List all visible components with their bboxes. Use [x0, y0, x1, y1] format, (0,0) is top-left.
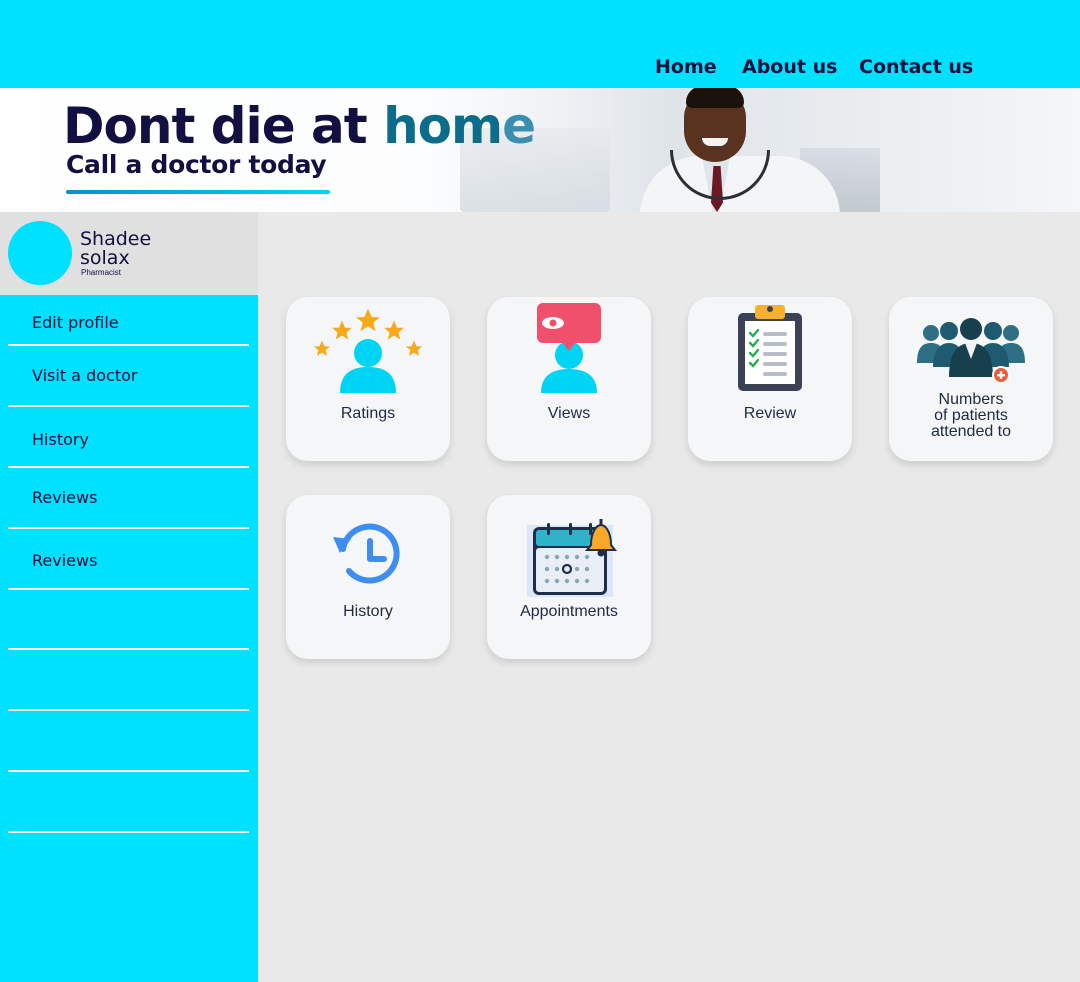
patients-attended-card[interactable]: Numbers of patients attended to [889, 297, 1053, 461]
sidebar-item-history[interactable]: History [8, 407, 249, 468]
nav-about-link[interactable]: About us [742, 56, 837, 78]
card-label: History [343, 603, 393, 620]
sidebar-item-label: Visit a doctor [32, 366, 138, 385]
doctor-photo [640, 88, 840, 212]
headline-text-main: Dont die at [63, 97, 384, 155]
card-label: attended to [930, 423, 1012, 440]
card-label: Views [547, 405, 591, 422]
sidebar-divider [8, 831, 249, 833]
profile-role: Pharmacist [81, 268, 122, 277]
hero-banner: Dont die at home Call a doctor today [0, 88, 1080, 212]
clipboard-icon [738, 305, 802, 391]
calendar-bell-icon [527, 519, 618, 597]
patients-group-icon [917, 318, 1025, 384]
history-clock-icon [333, 523, 400, 584]
sidebar-item-label: Reviews [32, 488, 98, 507]
ratings-card[interactable]: Ratings [286, 297, 450, 461]
profile-panel: Shadee solax Pharmacist [0, 212, 258, 295]
card-label: Ratings [340, 405, 396, 422]
banner-subheadline: Call a doctor today [66, 150, 327, 179]
profile-name: Shadee solax [80, 230, 151, 268]
avatar[interactable] [8, 221, 72, 285]
nav-home-link[interactable]: Home [655, 56, 717, 78]
views-card[interactable]: Views [487, 297, 651, 461]
sidebar-divider [8, 770, 249, 772]
ratings-icon [313, 308, 423, 393]
headline-text-accent: hom [383, 97, 503, 155]
sidebar-item-label: Edit profile [32, 313, 119, 332]
banner-underline [66, 190, 330, 194]
views-icon [537, 303, 601, 393]
headline-text-end: e [502, 97, 536, 155]
sidebar-item-visit-doctor[interactable]: Visit a doctor [8, 346, 249, 407]
top-nav-bar: Home About us Contact us [0, 0, 1080, 88]
card-label: Numbers [938, 391, 1004, 408]
card-label: of patients [934, 407, 1008, 424]
sidebar-item-reviews[interactable]: Reviews [8, 468, 249, 529]
sidebar-item-label: History [32, 430, 89, 449]
sidebar-item-label: Reviews [32, 551, 98, 570]
sidebar-item-reviews-2[interactable]: Reviews [8, 529, 249, 590]
card-label: Review [743, 405, 797, 422]
sidebar-divider [8, 648, 249, 650]
sidebar: Edit profile Visit a doctor History Revi… [0, 295, 258, 982]
sidebar-divider [8, 709, 249, 711]
nav-contact-link[interactable]: Contact us [859, 56, 973, 78]
appointments-card[interactable]: Appointments [487, 495, 651, 659]
profile-last-name: solax [80, 247, 130, 269]
review-card[interactable]: Review [688, 297, 852, 461]
sidebar-item-edit-profile[interactable]: Edit profile [8, 295, 249, 346]
card-label: Appointments [520, 603, 618, 620]
banner-headline: Dont die at home [63, 94, 536, 158]
history-card[interactable]: History [286, 495, 450, 659]
